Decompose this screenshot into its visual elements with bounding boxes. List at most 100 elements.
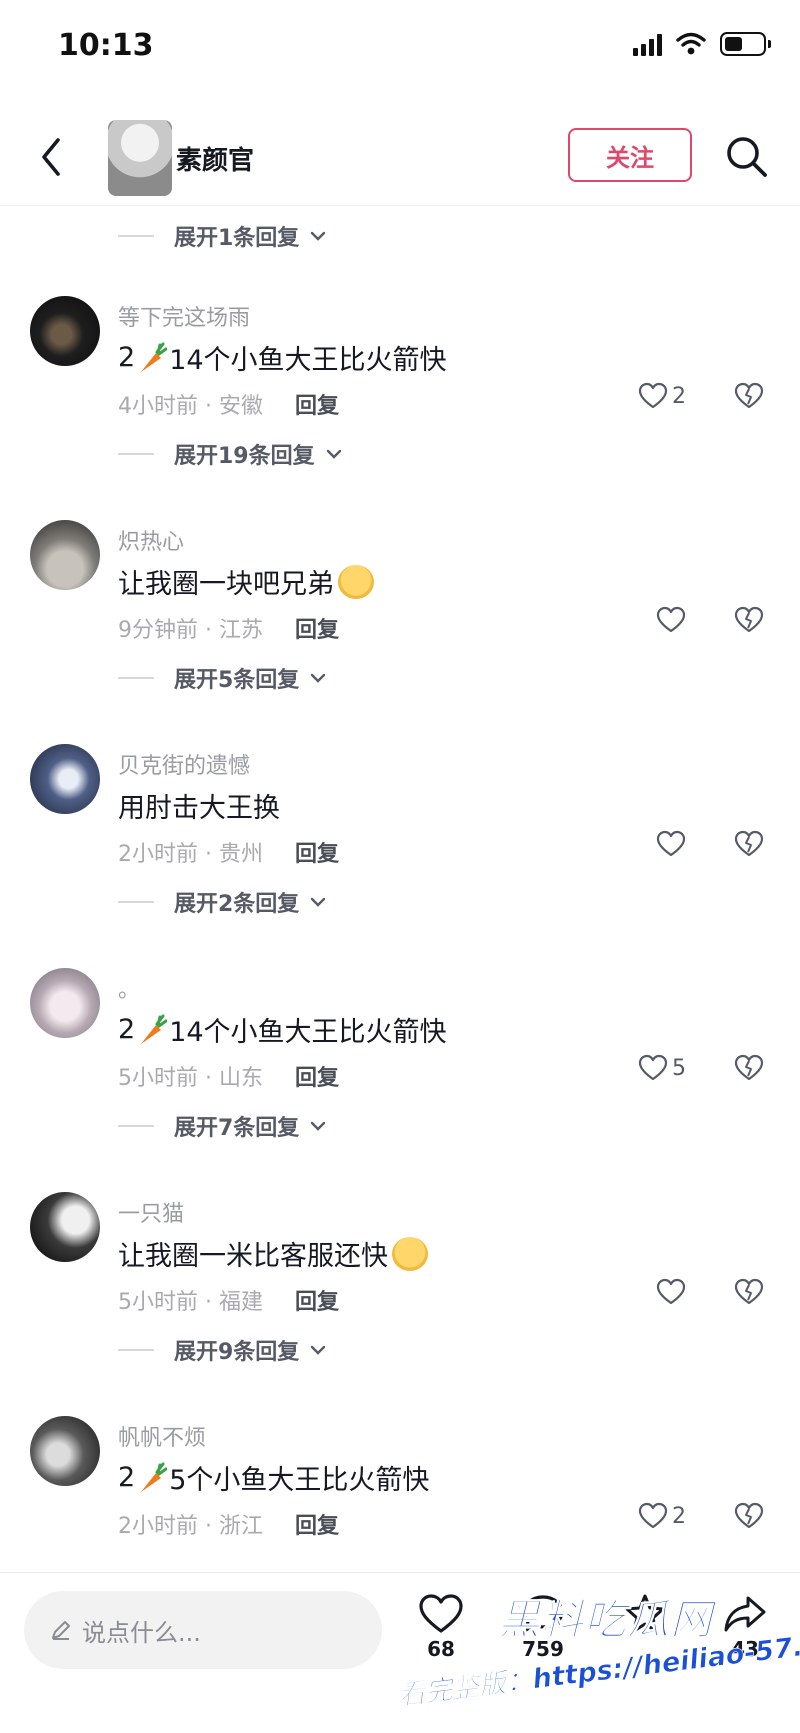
comment-username[interactable]: 贝克街的遗憾 [118,748,250,780]
chevron-down-icon [326,449,341,459]
comment-username[interactable]: 一只猫 [118,1196,184,1228]
comment-text-part: 用肘击大王换 [118,793,280,824]
comment-item: 。 2 14个小鱼大王比火箭快 5小时前 · 山东 回复 5 展开7条回复 [0,968,800,1192]
expand-replies[interactable]: 展开2条回复 [118,886,327,918]
comment-time: 5小时前 [118,1290,198,1315]
comment-dislike-button[interactable] [734,830,764,862]
heart-icon [638,1054,668,1081]
wifi-icon [676,32,706,55]
divider [118,235,154,237]
comment-location: 江苏 [218,618,263,643]
expand-replies[interactable]: 展开7条回复 [118,1110,327,1142]
heart-icon [656,830,686,857]
comment-location: 安徽 [218,394,263,419]
chevron-down-icon [311,231,326,241]
carrot-emoji [141,1462,168,1492]
comment-dislike-button[interactable] [734,382,764,414]
comment-like-button[interactable] [656,830,686,858]
expand-replies[interactable]: 展开9条回复 [118,1334,327,1366]
comment-location: 山东 [218,1066,263,1091]
like-action[interactable]: 68 [418,1593,464,1661]
follow-button[interactable]: 关注 [568,128,692,182]
comment-text: 让我圈一米比客服还快 [118,1234,428,1273]
comment-dislike-button[interactable] [734,1054,764,1086]
comment-meta: 4小时前 · 安徽 回复 [118,388,339,420]
comment-like-count: 2 [672,1503,686,1529]
comment-meta: 2小时前 · 贵州 回复 [118,836,339,868]
comment-text-part: 2 [118,1014,136,1045]
reply-button[interactable]: 回复 [295,1508,339,1540]
expand-label: 展开1条回复 [174,226,300,251]
status-icons [633,32,771,56]
comment-like-button[interactable] [656,1278,686,1306]
heart-icon [638,382,668,409]
username[interactable]: 素颜官 [176,140,254,177]
thinking-emoji [392,1236,428,1271]
comment-like-button[interactable] [656,606,686,634]
reply-button[interactable]: 回复 [295,836,339,868]
signal-icon [633,32,662,56]
header: 素颜官 关注 [0,110,800,206]
divider [118,901,154,903]
comment-time-location: 2小时前 · 贵州 [118,842,263,867]
avatar[interactable] [30,1416,100,1486]
pencil-icon [52,1621,70,1640]
comment-dislike-button[interactable] [734,1502,764,1534]
heart-icon [656,606,686,633]
comment-dislike-button[interactable] [734,1278,764,1310]
chevron-down-icon [311,673,326,683]
comment-item: 一只猫 让我圈一米比客服还快 5小时前 · 福建 回复 展开9条回复 [0,1192,800,1416]
comment-text: 让我圈一块吧兄弟 [118,562,374,601]
bottom-bar: 说点什么... 68 759 43 [0,1572,800,1733]
avatar[interactable] [30,968,100,1038]
comment-text-part: 5个小鱼大王比火箭快 [169,1465,430,1496]
chevron-down-icon [311,1345,326,1355]
comment-username[interactable]: 炽热心 [118,524,184,556]
comment-input[interactable]: 说点什么... [24,1591,382,1669]
expand-label: 展开9条回复 [174,1340,300,1365]
comment-text-part: 2 [118,1462,136,1493]
comment-item: 炽热心 让我圈一块吧兄弟 9分钟前 · 江苏 回复 展开5条回复 [0,520,800,744]
comment-meta: 9分钟前 · 江苏 回复 [118,612,339,644]
avatar[interactable] [30,296,100,366]
expand-replies-top[interactable]: 展开1条回复 [118,220,327,252]
back-icon[interactable] [32,132,72,182]
comment-location: 福建 [218,1290,263,1315]
share-icon [724,1596,766,1632]
broken-heart-icon [734,1054,764,1081]
divider [118,677,154,679]
avatar[interactable] [30,744,100,814]
avatar[interactable] [30,1192,100,1262]
share-action[interactable]: 43 [722,1593,768,1661]
status-bar: 10:13 [0,0,800,96]
reply-button[interactable]: 回复 [295,1284,339,1316]
comment-location: 贵州 [218,842,263,867]
reply-button[interactable]: 回复 [295,612,339,644]
expand-label: 展开2条回复 [174,892,300,917]
user-avatar[interactable] [108,120,172,196]
divider [118,1349,154,1351]
comment-username[interactable]: 。 [118,972,140,1004]
heart-icon [656,1278,686,1305]
chevron-down-icon [311,1121,326,1131]
reply-button[interactable]: 回复 [295,1060,339,1092]
carrot-emoji [141,342,168,372]
comment-action[interactable]: 759 [520,1593,566,1661]
comment-username[interactable]: 帆帆不烦 [118,1420,206,1452]
search-icon[interactable] [724,134,770,180]
comment-time: 4小时前 [118,394,198,419]
comment-text: 2 5个小鱼大王比火箭快 [118,1458,429,1497]
broken-heart-icon [734,1502,764,1529]
comment-dislike-button[interactable] [734,606,764,638]
avatar[interactable] [30,520,100,590]
expand-replies[interactable]: 展开19条回复 [118,438,343,470]
comment-like-button[interactable]: 2 [638,382,686,410]
comment-username[interactable]: 等下完这场雨 [118,300,250,332]
reply-button[interactable]: 回复 [295,388,339,420]
expand-replies[interactable]: 展开5条回复 [118,662,327,694]
comment-like-button[interactable]: 5 [638,1054,686,1082]
comment-like-button[interactable]: 2 [638,1502,686,1530]
expand-label: 展开19条回复 [174,444,315,469]
favorite-action[interactable] [622,1593,668,1635]
comment-text-part: 14个小鱼大王比火箭快 [169,345,447,376]
